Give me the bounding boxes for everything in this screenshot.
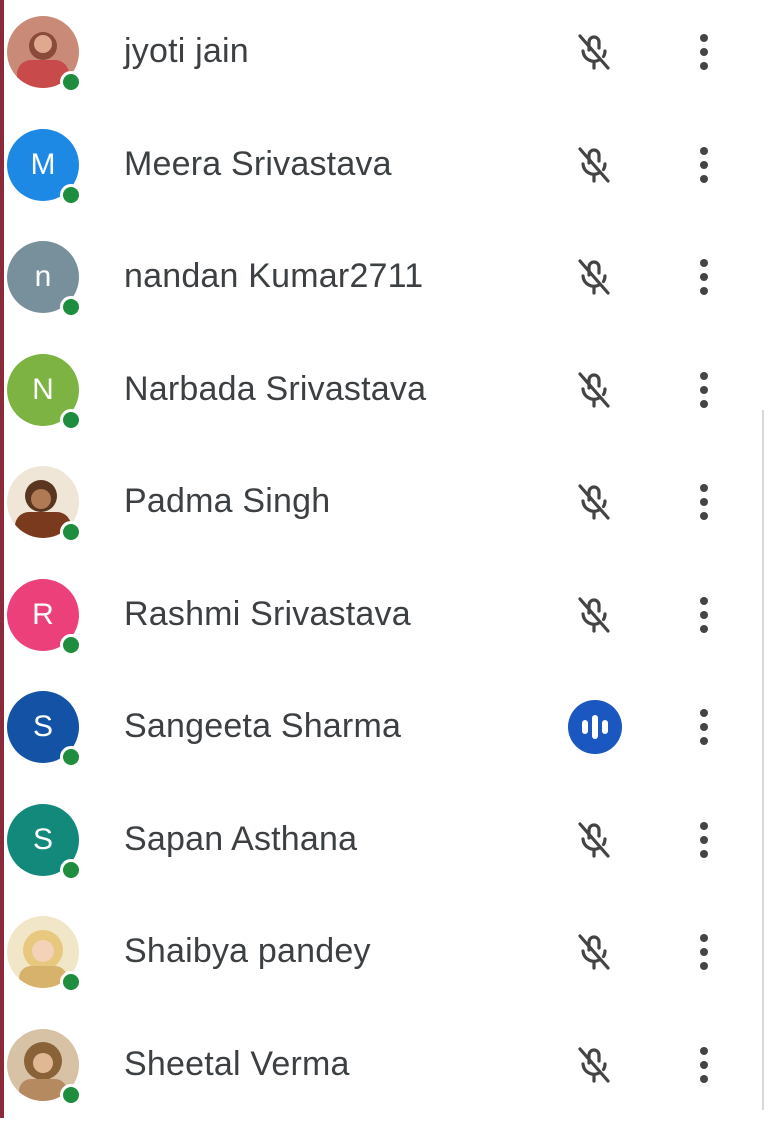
mic-off-icon[interactable] bbox=[570, 928, 618, 976]
online-status-dot bbox=[60, 971, 82, 993]
participant-list: jyoti jain M Meera Srivastava n nandan Kumar… bbox=[0, 0, 771, 1125]
avatar: N bbox=[7, 354, 79, 426]
mic-off-icon[interactable] bbox=[570, 141, 618, 189]
participant-name: Sangeeta Sharma bbox=[124, 707, 401, 746]
participant-row-meera-srivastava[interactable]: M Meera Srivastava bbox=[0, 113, 771, 226]
avatar bbox=[7, 16, 79, 88]
mic-off-icon[interactable] bbox=[570, 1041, 618, 1089]
more-vert-icon[interactable] bbox=[688, 1041, 720, 1089]
online-status-dot bbox=[60, 184, 82, 206]
participant-row-shaibya-pandey[interactable]: Shaibya pandey bbox=[0, 900, 771, 1013]
avatar bbox=[7, 1029, 79, 1101]
more-vert-icon[interactable] bbox=[688, 141, 720, 189]
avatar: S bbox=[7, 804, 79, 876]
online-status-dot bbox=[60, 1084, 82, 1106]
more-vert-icon[interactable] bbox=[688, 816, 720, 864]
avatar-initial: S bbox=[33, 823, 53, 856]
avatar-initial: N bbox=[32, 373, 54, 406]
online-status-dot bbox=[60, 746, 82, 768]
more-vert-icon[interactable] bbox=[688, 28, 720, 76]
mic-off-icon[interactable] bbox=[570, 366, 618, 414]
participant-name: Meera Srivastava bbox=[124, 145, 392, 184]
participant-row-sangeeta-sharma[interactable]: S Sangeeta Sharma bbox=[0, 675, 771, 788]
mic-off-icon[interactable] bbox=[570, 816, 618, 864]
online-status-dot bbox=[60, 859, 82, 881]
more-vert-icon[interactable] bbox=[688, 366, 720, 414]
avatar bbox=[7, 916, 79, 988]
avatar-initial: M bbox=[31, 148, 56, 181]
avatar-initial: n bbox=[35, 260, 52, 293]
avatar: n bbox=[7, 241, 79, 313]
avatar-initial: R bbox=[32, 598, 54, 631]
online-status-dot bbox=[60, 521, 82, 543]
participant-row-padma-singh[interactable]: Padma Singh bbox=[0, 450, 771, 563]
online-status-dot bbox=[60, 296, 82, 318]
participant-name: Narbada Srivastava bbox=[124, 370, 426, 409]
participant-name: jyoti jain bbox=[124, 32, 249, 71]
online-status-dot bbox=[60, 634, 82, 656]
participant-name: Shaibya pandey bbox=[124, 932, 371, 971]
participant-row-sapan-asthana[interactable]: S Sapan Asthana bbox=[0, 788, 771, 901]
mic-off-icon[interactable] bbox=[570, 253, 618, 301]
more-vert-icon[interactable] bbox=[688, 591, 720, 639]
avatar: S bbox=[7, 691, 79, 763]
participant-row-jyoti-jain[interactable]: jyoti jain bbox=[0, 0, 771, 113]
avatar bbox=[7, 466, 79, 538]
more-vert-icon[interactable] bbox=[688, 253, 720, 301]
participant-name: Sapan Asthana bbox=[124, 820, 357, 859]
participant-row-nandan-kumar2711[interactable]: n nandan Kumar2711 bbox=[0, 225, 771, 338]
participant-name: Sheetal Verma bbox=[124, 1045, 350, 1084]
participant-row-rashmi-srivastava[interactable]: R Rashmi Srivastava bbox=[0, 563, 771, 676]
avatar: M bbox=[7, 129, 79, 201]
avatar-initial: S bbox=[33, 710, 53, 743]
more-vert-icon[interactable] bbox=[688, 928, 720, 976]
more-vert-icon[interactable] bbox=[688, 703, 720, 751]
online-status-dot bbox=[60, 71, 82, 93]
participant-row-sheetal-verma[interactable]: Sheetal Verma bbox=[0, 1013, 771, 1125]
participant-name: Rashmi Srivastava bbox=[124, 595, 411, 634]
mic-off-icon[interactable] bbox=[570, 28, 618, 76]
participant-row-narbada-srivastava[interactable]: N Narbada Srivastava bbox=[0, 338, 771, 451]
participant-name: nandan Kumar2711 bbox=[124, 257, 423, 296]
online-status-dot bbox=[60, 409, 82, 431]
more-vert-icon[interactable] bbox=[688, 478, 720, 526]
participant-name: Padma Singh bbox=[124, 482, 330, 521]
mic-off-icon[interactable] bbox=[570, 591, 618, 639]
speaking-indicator-icon bbox=[568, 700, 622, 754]
avatar: R bbox=[7, 579, 79, 651]
mic-off-icon[interactable] bbox=[570, 478, 618, 526]
